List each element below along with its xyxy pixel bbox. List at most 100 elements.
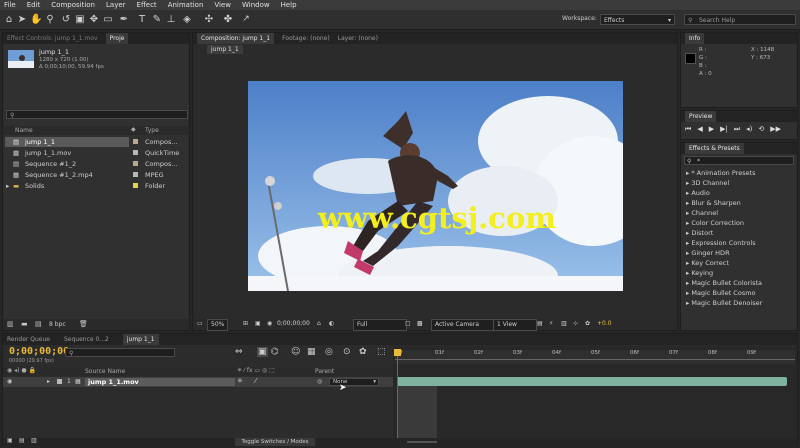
effect-category[interactable]: ▸ * Animation Presets (681, 168, 797, 178)
menu-file[interactable]: File (4, 0, 16, 10)
tab-sequence[interactable]: Sequence 0...2 (64, 336, 109, 343)
effect-category[interactable]: ▸ Expression Controls (681, 238, 797, 248)
fast-preview-icon[interactable]: ⚡ (549, 318, 553, 330)
clone-stamp-tool-icon[interactable]: ⊥ (165, 13, 177, 26)
menu-view[interactable]: View (214, 0, 231, 10)
timeline-search-input[interactable]: ⚲ (65, 348, 175, 357)
menu-animation[interactable]: Animation (168, 0, 204, 10)
expand-transfer-icon[interactable]: ▤ (19, 437, 25, 444)
expand-layer-switches-icon[interactable]: ▣ (7, 437, 13, 444)
zoom-tool-icon[interactable]: ⚲ (44, 13, 56, 26)
camera-snapshot-icon[interactable]: ⌂ (317, 318, 321, 330)
expand-in-out-icon[interactable]: ▥ (31, 437, 37, 444)
project-row[interactable]: ▤ jump 1_1 Compos... (3, 137, 189, 147)
new-comp-icon[interactable]: ▤ (35, 319, 42, 330)
timeline-icon[interactable]: ▥ (561, 318, 567, 330)
camera-select[interactable]: Active Camera (431, 319, 495, 331)
menu-composition[interactable]: Composition (51, 0, 95, 10)
draft-3d-icon[interactable]: ⌬ (271, 347, 279, 357)
camera-tool-icon[interactable]: ▣ (74, 13, 86, 26)
region-of-interest-icon[interactable]: ▢ (405, 318, 411, 330)
first-frame-icon[interactable]: ⏮ (685, 125, 691, 135)
new-folder-icon[interactable]: ▬ (21, 319, 28, 330)
time-ruler[interactable]: 0f 01f 02f 03f 04f 05f 06f 07f 08f 09f (395, 350, 795, 364)
tab-project[interactable]: Proje (105, 33, 129, 44)
layer-name[interactable]: jump 1_1.mov (85, 378, 235, 386)
rotate-tool-icon[interactable]: ↺ (60, 13, 72, 26)
loop-icon[interactable]: ⟲ (758, 125, 764, 135)
visibility-eye-icon[interactable]: ◉ (7, 378, 12, 385)
reset-exposure-icon[interactable]: ✿ (585, 318, 590, 330)
tab-comp-timeline[interactable]: jump 1_1 (122, 334, 159, 345)
quality-switch-icon[interactable]: ⁄ (255, 377, 256, 385)
magnification-icon[interactable]: ▭ (197, 318, 203, 330)
effect-category[interactable]: ▸ Color Correction (681, 218, 797, 228)
comp-breadcrumb-button[interactable]: jump 1_1 (207, 45, 243, 54)
bpc-label[interactable]: 8 bpc (49, 319, 66, 330)
home-icon[interactable]: ⌂ (3, 13, 15, 26)
tab-layer[interactable]: Layer: (none) (338, 35, 378, 42)
flowchart-icon[interactable]: ⊹ (573, 318, 578, 330)
zoom-slider[interactable] (407, 441, 437, 443)
menu-effect[interactable]: Effect (137, 0, 157, 10)
menu-help[interactable]: Help (281, 0, 297, 10)
frame-blending-icon[interactable]: ▦ (307, 347, 316, 357)
puppet-tool-icon[interactable]: ✤ (222, 13, 234, 26)
tab-info[interactable]: Info (685, 33, 705, 44)
search-help-field[interactable]: ⚲ Search Help (684, 14, 796, 25)
project-search-input[interactable]: ⚲ (6, 110, 188, 119)
tab-preview[interactable]: Preview (685, 111, 717, 122)
tab-render-queue[interactable]: Render Queue (7, 336, 50, 343)
menu-window[interactable]: Window (242, 0, 270, 10)
pen-tool-icon[interactable]: ✒ (118, 13, 130, 26)
comp-mini-flowchart-icon[interactable]: ⇔ (235, 347, 243, 357)
resolution-select[interactable]: Full (353, 319, 407, 331)
layer-row[interactable]: ◉ ▸ 1 ▦ jump 1_1.mov ✳ ⁄ ◎ None ▾ (3, 377, 393, 387)
expand-arrow-icon[interactable]: ▸ (47, 378, 50, 385)
transparency-grid-icon[interactable]: ▩ (417, 318, 423, 330)
last-frame-icon[interactable]: ⏭ (734, 125, 740, 135)
brush-tool-icon[interactable]: ✎ (151, 13, 163, 26)
tab-effect-controls[interactable]: Effect Controls: jump 1_1.mov (7, 35, 98, 42)
effect-category[interactable]: ▸ 3D Channel (681, 178, 797, 188)
motion-blur-icon[interactable]: ◎ (325, 347, 333, 357)
hand-tool-icon[interactable]: ✋ (30, 13, 42, 26)
zoom-select[interactable]: 50% (207, 319, 229, 331)
workspace-select[interactable]: Effects ▾ (600, 14, 675, 25)
toggle-switches-modes-button[interactable]: Toggle Switches / Modes (235, 438, 315, 446)
views-select[interactable]: 1 View (493, 319, 537, 331)
exposure-value[interactable]: +0.0 (597, 318, 612, 330)
composition-frame[interactable]: www.cgtsj.com (248, 81, 623, 291)
effect-category[interactable]: ▸ Channel (681, 208, 797, 218)
effect-category[interactable]: ▸ Key Correct (681, 258, 797, 268)
live-update-icon[interactable]: ▣ (257, 347, 268, 357)
auto-keyframe-icon[interactable]: ⬚ (377, 347, 386, 357)
graph-editor-icon[interactable]: ⊙ (343, 347, 351, 357)
pan-behind-tool-icon[interactable]: ✥ (88, 13, 100, 26)
interpret-footage-icon[interactable]: ▥ (7, 319, 14, 330)
mute-icon[interactable]: ◂) (746, 125, 752, 135)
current-time-display[interactable]: 0;00;00;00 (9, 346, 69, 357)
menu-edit[interactable]: Edit (27, 0, 41, 10)
pickwhip-icon[interactable]: ◎ (317, 378, 322, 385)
playhead-handle[interactable] (394, 349, 401, 356)
effect-category[interactable]: ▸ Blur & Sharpen (681, 198, 797, 208)
effect-category[interactable]: ▸ Magic Bullet Colorista (681, 278, 797, 288)
project-row[interactable]: ▸ ▬ Solids Folder (3, 181, 189, 191)
brainstorm-icon[interactable]: ✿ (359, 347, 367, 357)
mask-visibility-icon[interactable]: ▣ (255, 318, 261, 330)
shy-layers-icon[interactable]: ☺ (291, 347, 300, 357)
eraser-tool-icon[interactable]: ◈ (181, 13, 193, 26)
tab-effects-presets[interactable]: Effects & Presets (685, 143, 744, 154)
project-row[interactable]: ▤ Sequence #1_2 Compos... (3, 159, 189, 169)
ram-preview-icon[interactable]: ▶▶ (770, 125, 781, 135)
column-source-name[interactable]: Source Name (85, 368, 125, 375)
effect-category[interactable]: ▸ Distort (681, 228, 797, 238)
next-frame-icon[interactable]: ▶| (720, 125, 728, 135)
effect-category[interactable]: ▸ Keying (681, 268, 797, 278)
tab-footage[interactable]: Footage: (none) (282, 35, 330, 42)
play-icon[interactable]: ▶ (709, 125, 714, 135)
current-time-indicator[interactable] (397, 350, 398, 446)
menu-layer[interactable]: Layer (106, 0, 126, 10)
effect-category[interactable]: ▸ Magic Bullet Denoiser (681, 298, 797, 308)
